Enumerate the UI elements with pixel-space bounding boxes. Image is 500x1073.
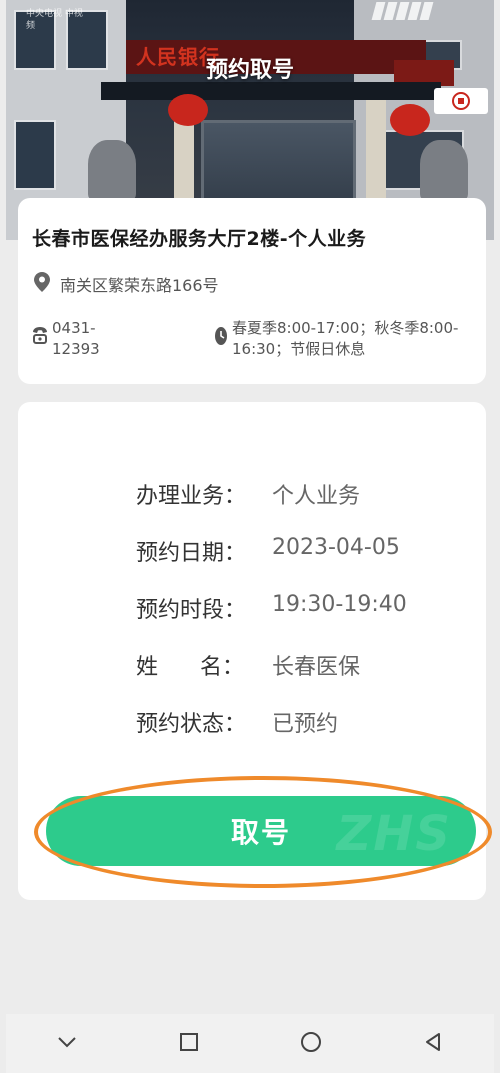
app-screen: 人民银行 中央电视 中视频 预约取号 长春市医保经办服务大厅2楼-个人业务 南关… <box>6 0 494 1073</box>
date-value: 2023-04-05 <box>272 535 400 560</box>
stone-lion <box>88 140 136 200</box>
nav-collapse-button[interactable] <box>37 1024 97 1064</box>
clock-icon <box>214 326 228 360</box>
service-value: 个人业务 <box>272 484 361 509</box>
bank-logo <box>434 88 488 114</box>
take-number-button[interactable]: ZHS 取号 <box>46 796 476 866</box>
take-number-label: 取号 <box>230 816 291 849</box>
date-label: 预约日期： <box>136 541 247 566</box>
name-label: 姓 名： <box>136 655 244 680</box>
appointment-card: 办理业务： 个人业务 预约日期： 2023-04-05 预约时段： 19:30-… <box>18 402 492 900</box>
circle-icon <box>300 1031 322 1056</box>
row-status: 预约状态： 已预约 <box>136 706 338 738</box>
nav-back-button[interactable] <box>403 1024 463 1064</box>
address-row[interactable]: 南关区繁荣东路166号 <box>34 272 219 296</box>
location-pin-icon <box>34 272 50 296</box>
row-name: 姓 名： 长春医保 <box>136 649 360 681</box>
hours-row: 春夏季8:00-17:00；秋冬季8:00-16:30；节假日休息 <box>214 318 482 360</box>
phone-number: 0431-12393 <box>52 319 100 358</box>
service-label: 办理业务： <box>136 484 247 509</box>
red-lantern <box>390 104 430 136</box>
system-nav-bar <box>6 1014 494 1073</box>
page-title: 预约取号 <box>205 58 294 83</box>
triangle-back-icon <box>423 1032 443 1055</box>
red-lantern <box>168 94 208 126</box>
address-text: 南关区繁荣东路166号 <box>60 276 219 295</box>
square-icon <box>179 1032 199 1055</box>
row-date: 预约日期： 2023-04-05 <box>136 535 400 567</box>
nav-home-button[interactable] <box>281 1024 341 1064</box>
phone-row[interactable]: 0431-12393 <box>32 318 132 360</box>
name-value: 长春医保 <box>272 655 361 680</box>
status-glyphs <box>371 2 474 28</box>
row-service: 办理业务： 个人业务 <box>136 478 360 510</box>
opening-hours: 春夏季8:00-17:00；秋冬季8:00-16:30；节假日休息 <box>232 319 459 358</box>
status-value: 已预约 <box>272 712 339 737</box>
watermark: 中央电视 中视频 <box>26 9 83 31</box>
nav-recents-button[interactable] <box>159 1024 219 1064</box>
time-slot-label: 预约时段： <box>136 598 247 623</box>
status-label: 预约状态： <box>136 712 247 737</box>
stone-lion <box>420 140 468 200</box>
chevron-down-icon <box>57 1036 77 1051</box>
location-card: 长春市医保经办服务大厅2楼-个人业务 南关区繁荣东路166号 0431-1239… <box>18 198 486 384</box>
phone-icon <box>32 326 48 360</box>
time-slot-value: 19:30-19:40 <box>272 592 407 617</box>
row-time-slot: 预约时段： 19:30-19:40 <box>136 592 407 624</box>
location-name: 长春市医保经办服务大厅2楼-个人业务 <box>32 228 367 250</box>
